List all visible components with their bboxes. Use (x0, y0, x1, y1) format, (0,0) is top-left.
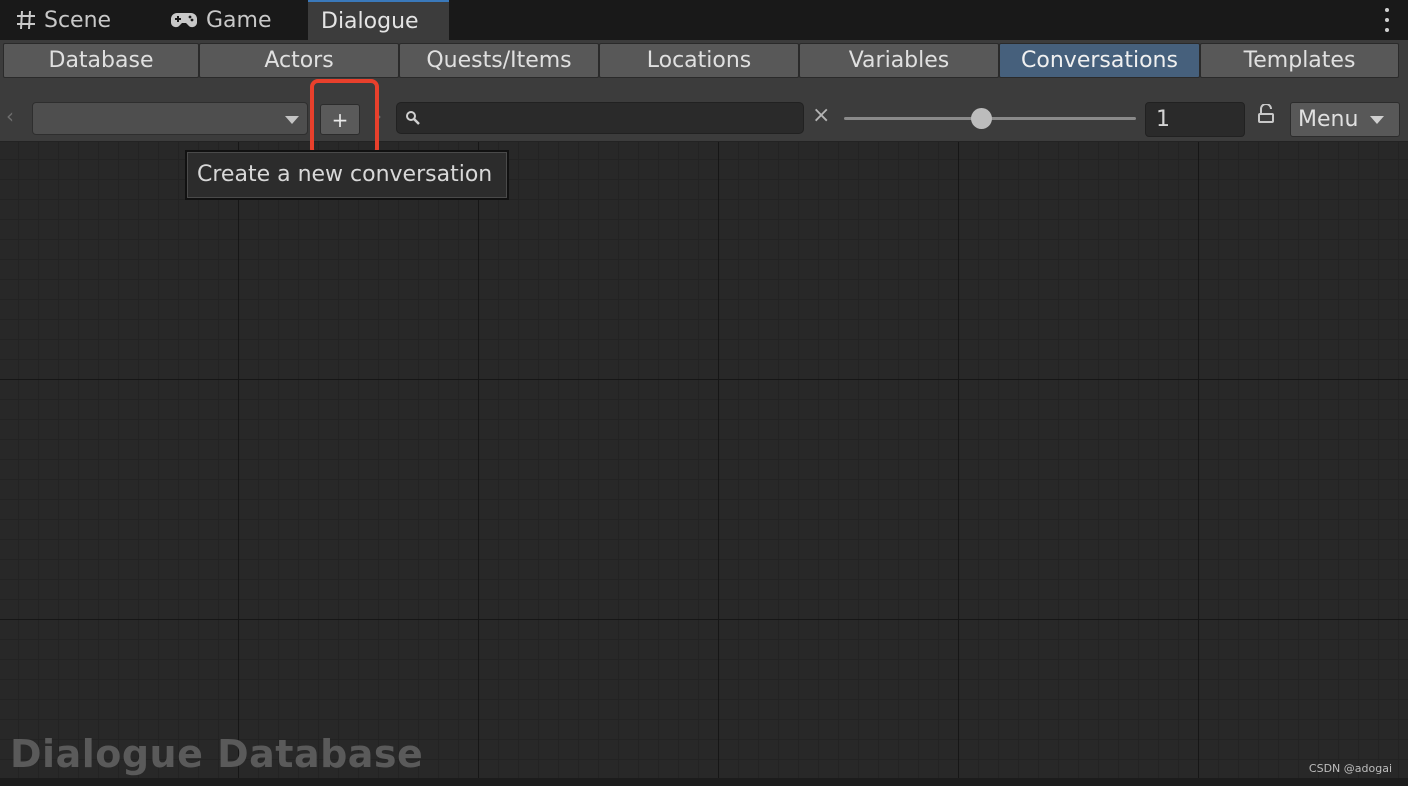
window-tab-bar: Scene Game Dialogue (0, 0, 1408, 40)
tab-templates-label: Templates (1243, 48, 1356, 73)
menu-button[interactable]: Menu (1290, 102, 1400, 137)
conversation-toolbar: ‹ + › × 1 Menu (0, 80, 1408, 142)
tab-database-label: Database (48, 48, 154, 73)
chevron-down-icon (285, 116, 299, 124)
section-tab-bar: Database Actors Quests/Items Locations V… (0, 40, 1408, 80)
more-options-icon[interactable] (1384, 8, 1390, 32)
canvas-title: Dialogue Database (10, 732, 424, 776)
zoom-field[interactable]: 1 (1145, 102, 1245, 137)
tab-actors[interactable]: Actors (199, 43, 399, 78)
tooltip: Create a new conversation (185, 150, 509, 200)
tab-conversations[interactable]: Conversations (999, 43, 1200, 78)
highlight-annotation (310, 79, 379, 157)
zoom-slider[interactable] (844, 108, 1136, 129)
zoom-slider-thumb[interactable] (971, 108, 993, 129)
tab-dialogue-label: Dialogue (321, 8, 419, 34)
tab-variables[interactable]: Variables (799, 43, 999, 78)
tab-game[interactable]: Game (170, 0, 272, 40)
menu-button-label: Menu (1298, 107, 1359, 132)
tab-locations-label: Locations (646, 48, 752, 73)
previous-conversation-icon[interactable]: ‹ (6, 104, 14, 128)
tab-templates[interactable]: Templates (1200, 43, 1399, 78)
tab-actors-label: Actors (264, 48, 334, 73)
tab-quests-items-label: Quests/Items (426, 48, 572, 73)
bottom-border (0, 778, 1408, 786)
tab-dialogue[interactable]: Dialogue (308, 0, 449, 40)
lock-icon[interactable] (1257, 103, 1275, 128)
tab-conversations-label: Conversations (1021, 48, 1178, 73)
search-input[interactable] (396, 102, 804, 134)
tab-database[interactable]: Database (3, 43, 199, 78)
gamepad-icon (170, 11, 198, 29)
tab-quests-items[interactable]: Quests/Items (399, 43, 599, 78)
clear-search-icon[interactable]: × (812, 103, 830, 128)
grid-icon (16, 10, 36, 30)
chevron-down-icon (1370, 115, 1385, 124)
conversation-dropdown[interactable] (32, 102, 308, 135)
tab-scene[interactable]: Scene (16, 0, 111, 40)
watermark-credit: CSDN @adogai (1308, 762, 1392, 775)
tab-variables-label: Variables (848, 48, 950, 73)
tab-locations[interactable]: Locations (599, 43, 799, 78)
tab-scene-label: Scene (44, 7, 112, 33)
tab-game-label: Game (206, 7, 272, 33)
node-graph-canvas[interactable] (0, 142, 1408, 778)
search-icon (405, 110, 421, 130)
